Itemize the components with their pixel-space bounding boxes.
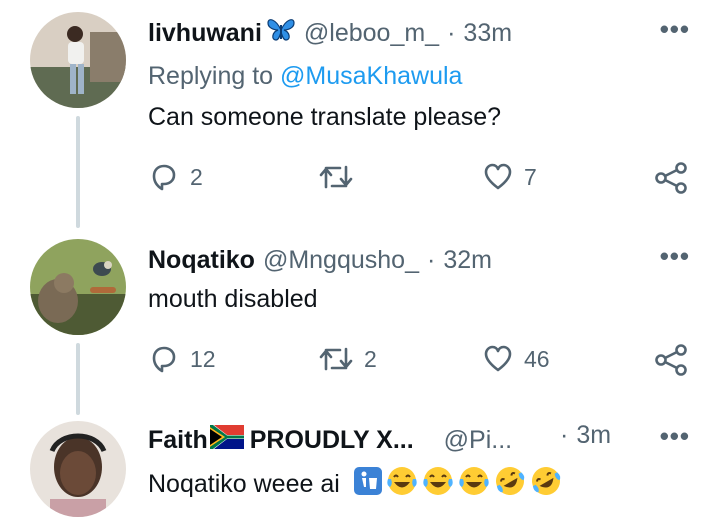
tears-of-joy-emoji-icon xyxy=(458,465,490,504)
reply-count: 12 xyxy=(190,345,216,372)
tweet-text: mouth disabled xyxy=(148,285,318,313)
like-button[interactable]: 46 xyxy=(482,343,550,375)
like-count: 7 xyxy=(524,163,537,190)
replying-to-mention[interactable]: @MusaKhawula xyxy=(280,62,462,90)
share-button[interactable] xyxy=(654,161,688,195)
timestamp-group: · 3m xyxy=(560,421,611,450)
handle[interactable]: @Pi... xyxy=(444,426,512,455)
reply-icon xyxy=(148,343,180,375)
reply-icon xyxy=(148,161,180,193)
separator-dot: · xyxy=(426,245,436,274)
separator-dot: · xyxy=(560,421,569,449)
display-name-suffix[interactable]: PROUDLY X... xyxy=(250,426,414,455)
action-bar: 12 2 46 xyxy=(148,343,688,379)
reply-button[interactable]: 12 xyxy=(148,343,216,375)
like-button[interactable]: 7 xyxy=(482,161,537,193)
retweet-button[interactable] xyxy=(318,161,354,193)
butterfly-emoji-icon xyxy=(266,17,296,50)
like-icon xyxy=(482,343,514,375)
rolling-on-floor-laughing-emoji-icon xyxy=(494,465,526,504)
timestamp[interactable]: 3m xyxy=(576,421,611,450)
display-name[interactable]: Faith xyxy=(148,426,208,455)
tweet-header: Faith PROUDLY X... @Pi... xyxy=(148,421,618,459)
litter-in-bin-emoji-icon xyxy=(353,467,382,502)
replying-to: Replying to @MusaKhawula xyxy=(148,62,462,91)
tweet-text: Can someone translate please? xyxy=(148,103,502,131)
retweet-icon xyxy=(318,343,354,375)
like-count: 46 xyxy=(524,345,550,372)
thread-line xyxy=(76,343,80,415)
tears-of-joy-emoji-icon xyxy=(422,465,454,504)
avatar[interactable] xyxy=(30,239,126,335)
handle[interactable]: @leboo_m_ xyxy=(304,19,439,48)
display-name[interactable]: livhuwani xyxy=(148,19,262,48)
tweet-text-content: Noqatiko weee ai xyxy=(148,470,340,498)
action-bar: 2 7 xyxy=(148,161,688,197)
reply-button[interactable]: 2 xyxy=(148,161,203,193)
share-button[interactable] xyxy=(654,343,688,377)
reply-count: 2 xyxy=(190,163,203,190)
retweet-button[interactable]: 2 xyxy=(318,343,377,375)
retweet-icon xyxy=(318,161,354,193)
replying-prefix: Replying to xyxy=(148,62,281,90)
share-icon xyxy=(654,161,688,195)
south-africa-flag-icon xyxy=(209,424,244,456)
tweet-2[interactable]: Noqatiko @Mngqusho_ · 32m ••• mouth disa… xyxy=(0,235,720,415)
display-name[interactable]: Noqatiko xyxy=(148,246,255,275)
tweet-3[interactable]: Faith PROUDLY X... @Pi... · 3m ••• Noqat… xyxy=(0,415,720,521)
avatar[interactable] xyxy=(30,12,126,108)
tweet-1[interactable]: livhuwani @leboo_m_ · 33m ••• Replying t… xyxy=(0,0,720,235)
tweet-header: livhuwani @leboo_m_ · 33m xyxy=(148,14,512,52)
timestamp[interactable]: 32m xyxy=(443,246,492,275)
thread-line xyxy=(76,116,80,228)
like-icon xyxy=(482,161,514,193)
rolling-on-floor-laughing-emoji-icon xyxy=(530,465,562,504)
timestamp[interactable]: 33m xyxy=(463,19,512,48)
avatar[interactable] xyxy=(30,421,126,517)
handle[interactable]: @Mngqusho_ xyxy=(263,246,419,275)
tweet-header: Noqatiko @Mngqusho_ · 32m xyxy=(148,241,492,279)
more-icon[interactable]: ••• xyxy=(660,421,690,452)
more-icon[interactable]: ••• xyxy=(660,241,690,272)
more-icon[interactable]: ••• xyxy=(660,14,690,45)
share-icon xyxy=(654,343,688,377)
separator-dot: · xyxy=(447,18,456,47)
tweet-text: Noqatiko weee ai xyxy=(148,465,562,504)
retweet-count: 2 xyxy=(364,345,377,372)
tears-of-joy-emoji-icon xyxy=(386,465,418,504)
